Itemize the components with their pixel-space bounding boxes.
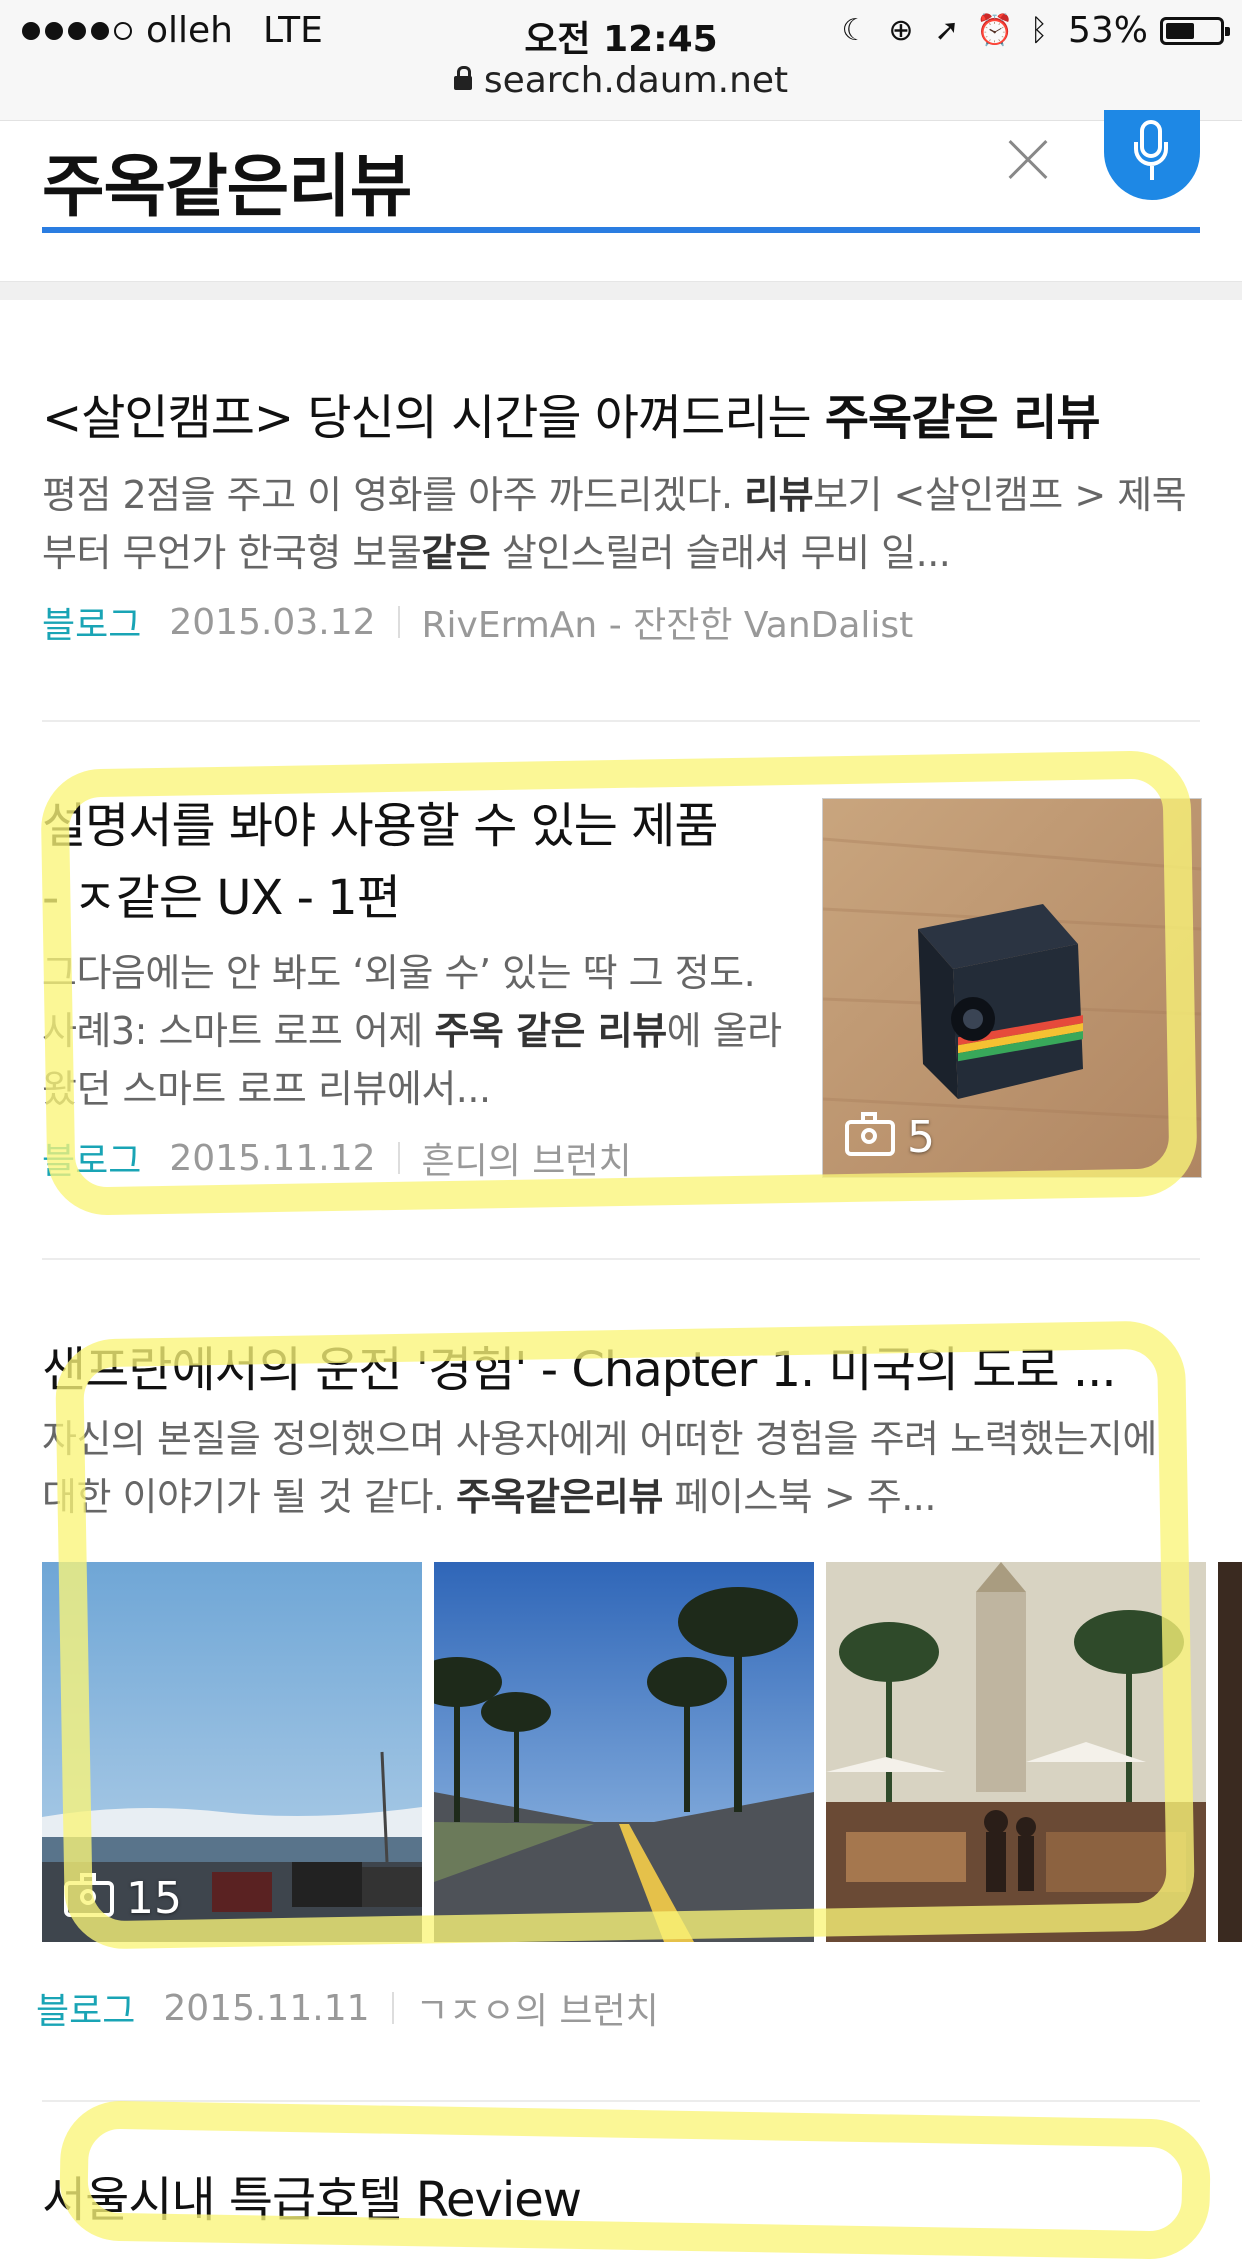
bluetooth-icon: ᛒ [1029, 12, 1048, 48]
result-snippet: 평점 2점을 주고 이 영화를 아주 까드리겠다. 리뷰보기 <살인캠프 > 제… [42, 473, 1187, 575]
search-result[interactable]: <살인캠프> 당신의 시간을 아껴드리는 주옥같은 리뷰 평점 2점을 주고 이… [42, 378, 1200, 648]
result-image-partial[interactable] [1218, 1562, 1242, 1942]
lock-icon [453, 66, 472, 90]
highlight-annotation [40, 749, 1198, 1217]
result-meta-row: 블로그 2015.11.11 ㄱㅈㅇ의 브런치 [36, 1982, 1200, 2034]
moon-icon: ☾ [841, 12, 869, 48]
highlight-annotation [58, 2099, 1212, 2260]
clear-search-button[interactable] [1000, 132, 1056, 188]
result-date: 2015.11.11 [163, 1987, 370, 2029]
result-date: 2015.03.12 [169, 601, 376, 643]
battery-percent: 53% [1067, 10, 1148, 51]
search-input[interactable]: 주옥같은리뷰 [42, 131, 412, 230]
alarm-icon: ⏰ [975, 12, 1014, 48]
result-meta: 블로그 2015.03.12 RivErmAn - 잔잔한 VanDalist [42, 596, 1200, 648]
result-author[interactable]: RivErmAn - 잔잔한 VanDalist [422, 596, 914, 648]
section-divider [0, 281, 1242, 300]
address-bar[interactable]: search.daum.net [0, 60, 1242, 101]
result-meta: 블로그 2015.11.11 ㄱㅈㅇ의 브런치 [36, 1982, 1200, 2034]
result-divider [42, 1258, 1200, 1260]
result-source[interactable]: 블로그 [36, 1982, 135, 2034]
location-icon: ➚ [934, 12, 960, 48]
result-author[interactable]: ㄱㅈㅇ의 브런치 [416, 1982, 659, 2034]
battery-icon [1160, 16, 1230, 45]
highlight-annotation [54, 1320, 1196, 1950]
status-right: ☾ ⊕ ➚ ⏰ ᛒ 53% [838, 10, 1230, 51]
address-url: search.daum.net [483, 60, 789, 101]
result-divider [42, 720, 1200, 722]
search-underline [42, 227, 1200, 233]
result-source[interactable]: 블로그 [42, 596, 141, 648]
rotation-lock-icon: ⊕ [888, 12, 914, 48]
status-bar: olleh LTE 오전 12:45 ☾ ⊕ ➚ ⏰ ᛒ 53% search.… [0, 0, 1242, 121]
result-title[interactable]: <살인캠프> 당신의 시간을 아껴드리는 주옥같은 리뷰 [42, 378, 1200, 448]
